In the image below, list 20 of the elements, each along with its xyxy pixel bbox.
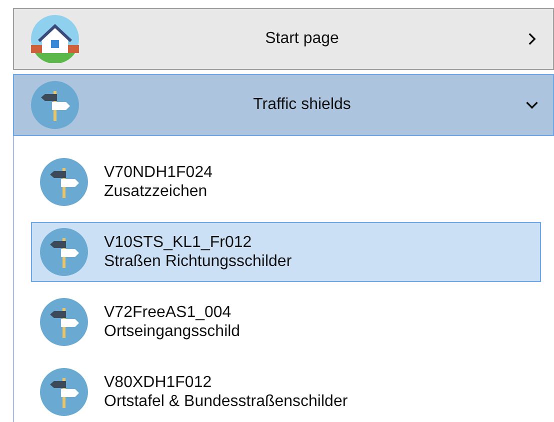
list-item[interactable]: V10STS_KL1_Fr012 Straßen Richtungsschilder — [31, 222, 541, 282]
section-header[interactable]: Start page — [13, 8, 554, 70]
house-icon — [31, 15, 79, 63]
item-name: V80XDH1F012 — [104, 373, 213, 392]
item-description: Straßen Richtungsschilder — [104, 252, 292, 271]
signpost-icon — [40, 228, 88, 276]
item-name: V10STS_KL1_Fr012 — [104, 233, 253, 252]
item-description: Zusatzzeichen — [104, 182, 208, 201]
item-description: Ortstafel & Bundesstraßenschilder — [104, 392, 348, 411]
item-name: V72FreeAS1_004 — [104, 303, 232, 322]
signpost-icon — [40, 368, 88, 416]
list-item[interactable]: V80XDH1F012 Ortstafel & Bundesstraßenschilder — [31, 362, 541, 422]
list-item[interactable]: V70NDH1F024 Zusatzzeichen — [31, 152, 541, 212]
signpost-icon — [40, 298, 88, 346]
list-item[interactable]: V72FreeAS1_004 Ortseingangsschild — [31, 292, 541, 352]
item-description: Ortseingangsschild — [104, 322, 240, 341]
item-name: V70NDH1F024 — [104, 163, 212, 182]
section-header[interactable]: Traffic shields — [13, 74, 554, 136]
signpost-icon — [31, 81, 79, 129]
signpost-icon — [40, 158, 88, 206]
